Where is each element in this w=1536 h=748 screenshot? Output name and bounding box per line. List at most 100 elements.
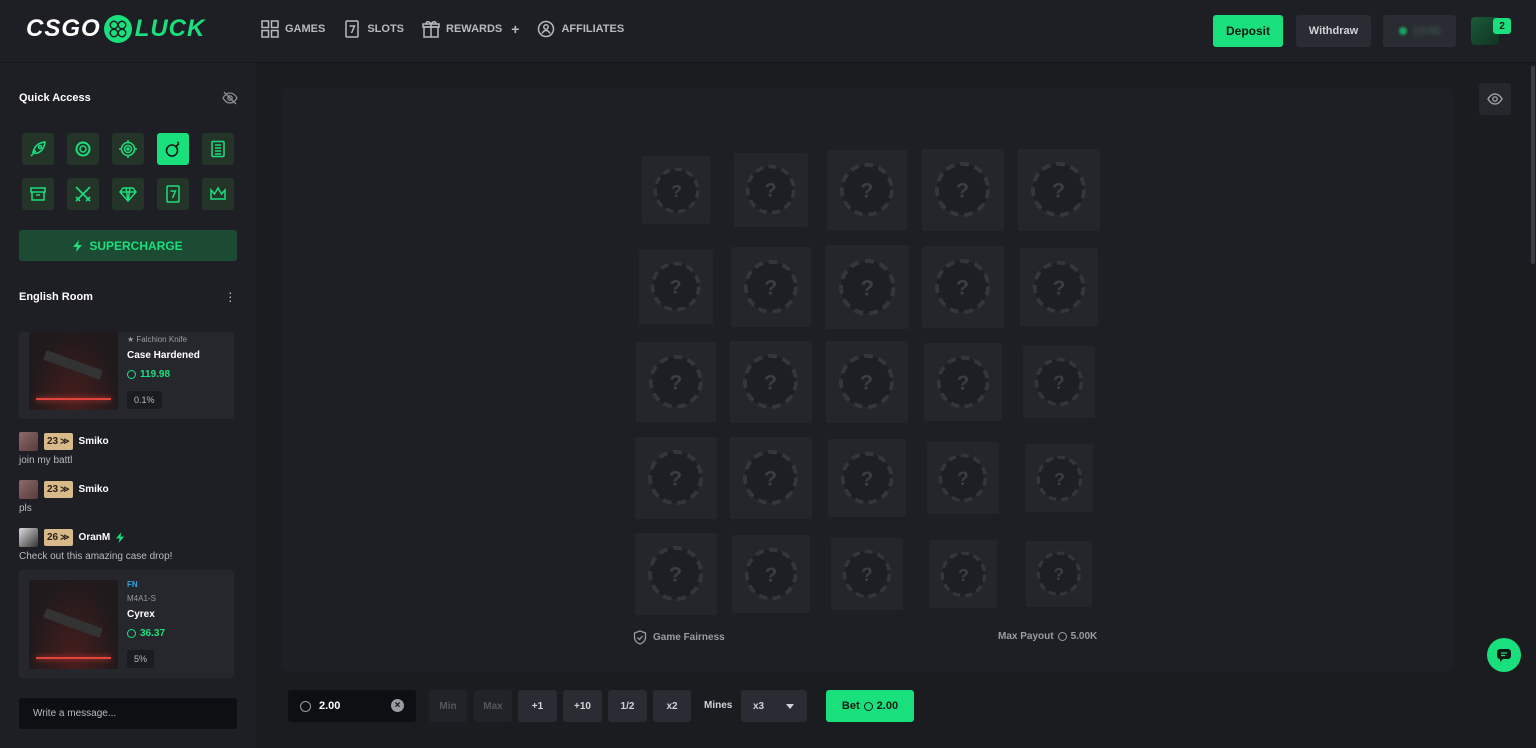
quick-slots[interactable] bbox=[157, 178, 189, 210]
min-bet-button[interactable]: Min bbox=[429, 690, 467, 722]
mine-tile[interactable]: ? bbox=[635, 533, 717, 615]
tile-symbol: ? bbox=[1053, 276, 1066, 299]
mine-tile[interactable]: ? bbox=[1023, 346, 1095, 418]
mine-tile[interactable]: ? bbox=[831, 538, 903, 610]
balance-display[interactable]: 13.00 bbox=[1383, 15, 1456, 47]
battle-icon bbox=[75, 186, 91, 202]
quick-target[interactable] bbox=[112, 133, 144, 165]
supercharge-button[interactable]: SUPERCHARGE bbox=[19, 230, 237, 261]
quick-upgrade[interactable] bbox=[112, 178, 144, 210]
nav-games[interactable]: GAMES bbox=[261, 20, 325, 38]
chat-message: 26 ≫ OranM Check out this amazing case dr… bbox=[19, 528, 172, 562]
mine-tile[interactable]: ? bbox=[828, 439, 906, 517]
plus-ten-button[interactable]: +10 bbox=[563, 690, 602, 722]
level-badge: 23 ≫ bbox=[44, 433, 73, 450]
clear-bet-button[interactable]: × bbox=[391, 699, 404, 712]
question-chip-icon: ? bbox=[940, 551, 986, 597]
mine-tile[interactable]: ? bbox=[1018, 149, 1100, 231]
slot-seven-icon bbox=[166, 185, 180, 203]
username[interactable]: OranM bbox=[79, 532, 111, 543]
bet-button-label: Bet bbox=[841, 700, 860, 712]
tile-symbol: ? bbox=[764, 466, 777, 491]
mines-select[interactable]: x3 bbox=[741, 690, 807, 722]
mine-tile[interactable]: ? bbox=[1026, 541, 1092, 607]
bet-button-amount: 2.00 bbox=[876, 700, 899, 712]
chevron-down-icon bbox=[786, 704, 794, 709]
question-chip-icon: ? bbox=[649, 355, 703, 409]
mine-tile[interactable]: ? bbox=[826, 341, 908, 423]
question-chip-icon: ? bbox=[653, 167, 699, 213]
site-logo[interactable]: CSGO LUCK bbox=[26, 14, 205, 44]
nav-slots[interactable]: SLOTS bbox=[343, 20, 404, 38]
notification-badge[interactable]: 2 bbox=[1493, 18, 1511, 34]
toggle-visibility-button[interactable] bbox=[1479, 83, 1511, 115]
chat-input[interactable]: Write a message... bbox=[19, 698, 237, 729]
bet-button[interactable]: Bet 2.00 bbox=[826, 690, 914, 722]
chat-drop-card[interactable]: ★ Falchion Knife Case Hardened 119.98 0.… bbox=[19, 332, 234, 419]
nav-affiliates-label: AFFILIATES bbox=[561, 23, 625, 35]
avatar[interactable] bbox=[19, 432, 38, 451]
bet-amount-input[interactable]: 2.00 × bbox=[288, 690, 416, 722]
tile-symbol: ? bbox=[765, 563, 778, 586]
tile-symbol: ? bbox=[958, 565, 969, 585]
mines-label: Mines bbox=[704, 700, 733, 711]
rank-chevron-icon: ≫ bbox=[60, 436, 70, 446]
question-chip-icon: ? bbox=[935, 162, 991, 218]
chat-menu-icon[interactable]: · · · bbox=[228, 285, 233, 307]
half-bet-button[interactable]: 1/2 bbox=[608, 690, 647, 722]
quick-battles[interactable] bbox=[67, 178, 99, 210]
nav-rewards[interactable]: REWARDS + bbox=[422, 20, 519, 38]
double-bet-button[interactable]: x2 bbox=[653, 690, 691, 722]
quick-roulette[interactable] bbox=[67, 133, 99, 165]
question-chip-icon: ? bbox=[840, 163, 894, 217]
plus-one-button[interactable]: +1 bbox=[518, 690, 557, 722]
chat-room-title[interactable]: English Room bbox=[19, 291, 93, 303]
mine-tile[interactable]: ? bbox=[730, 341, 812, 423]
eye-off-icon[interactable] bbox=[222, 90, 238, 106]
quick-cases[interactable] bbox=[202, 133, 234, 165]
avatar[interactable] bbox=[19, 480, 38, 499]
scrollbar-thumb[interactable] bbox=[1531, 66, 1535, 264]
mine-tile[interactable]: ? bbox=[1020, 248, 1098, 326]
coin-icon bbox=[127, 370, 136, 379]
mine-tile[interactable]: ? bbox=[639, 250, 713, 324]
mine-tile[interactable]: ? bbox=[734, 153, 808, 227]
mine-tile[interactable]: ? bbox=[927, 442, 999, 514]
mine-tile[interactable]: ? bbox=[636, 342, 716, 422]
deposit-button[interactable]: Deposit bbox=[1213, 15, 1283, 47]
question-chip-icon: ? bbox=[1032, 260, 1086, 314]
tile-symbol: ? bbox=[956, 178, 969, 203]
username[interactable]: Smiko bbox=[79, 436, 109, 447]
nav-affiliates[interactable]: AFFILIATES bbox=[537, 20, 624, 38]
top-bar: CSGO LUCK GAMES SLOTS REWARDS + AFFILIAT… bbox=[0, 0, 1536, 63]
quick-box[interactable] bbox=[22, 178, 54, 210]
avatar[interactable] bbox=[19, 528, 38, 547]
mine-tile[interactable]: ? bbox=[732, 535, 810, 613]
mine-tile[interactable]: ? bbox=[1025, 444, 1093, 512]
mine-tile[interactable]: ? bbox=[730, 437, 812, 519]
mine-tile[interactable]: ? bbox=[929, 540, 997, 608]
chat-drop-card[interactable]: FN M4A1-S Cyrex 36.37 5% bbox=[19, 570, 234, 678]
case-list-icon bbox=[211, 140, 225, 158]
quick-crash[interactable] bbox=[22, 133, 54, 165]
quick-mines[interactable] bbox=[157, 133, 189, 165]
mine-tile[interactable]: ? bbox=[924, 343, 1002, 421]
mine-tile[interactable]: ? bbox=[635, 437, 717, 519]
mine-tile[interactable]: ? bbox=[731, 247, 811, 327]
username[interactable]: Smiko bbox=[79, 484, 109, 495]
mine-tile[interactable]: ? bbox=[827, 150, 907, 230]
mine-tile[interactable]: ? bbox=[922, 246, 1004, 328]
mine-tile[interactable]: ? bbox=[642, 156, 710, 224]
sidebar: Quick Access SUPERCHARGE English Room · … bbox=[0, 63, 256, 748]
tile-symbol: ? bbox=[1054, 469, 1065, 489]
item-price-value: 36.37 bbox=[140, 628, 166, 639]
chat-toggle-button[interactable] bbox=[1487, 638, 1521, 672]
withdraw-button[interactable]: Withdraw bbox=[1296, 15, 1371, 47]
tile-symbol: ? bbox=[860, 275, 874, 300]
mine-tile[interactable]: ? bbox=[922, 149, 1004, 231]
max-bet-button[interactable]: Max bbox=[474, 690, 512, 722]
mine-tile[interactable]: ? bbox=[825, 245, 909, 329]
quick-vip[interactable] bbox=[202, 178, 234, 210]
mines-select-value: x3 bbox=[753, 700, 765, 712]
game-fairness-link[interactable]: Game Fairness bbox=[633, 630, 725, 645]
